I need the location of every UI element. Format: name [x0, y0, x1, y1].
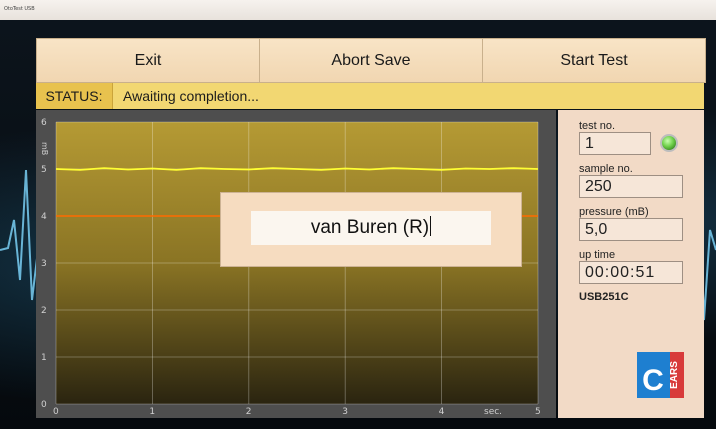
- x-tick-label: 4: [439, 407, 445, 417]
- device-id: USB251C: [579, 291, 629, 303]
- toolbar: Exit Abort Save Start Test: [36, 38, 706, 83]
- logo-text: EARS: [669, 361, 680, 389]
- y-tick-label: 5: [41, 165, 47, 175]
- abort-save-button[interactable]: Abort Save: [260, 39, 483, 82]
- y-tick-label: 0: [41, 400, 47, 410]
- window-titlebar: OtoTest USB: [0, 0, 716, 21]
- name-entry-dialog: van Buren (R): [220, 192, 522, 267]
- patient-name-value: van Buren (R): [310, 217, 430, 238]
- up-time-label: up time: [579, 249, 616, 261]
- info-panel: test no. 1 sample no. 250 pressure (mB) …: [558, 110, 704, 418]
- x-axis-unit-label: sec.: [484, 407, 502, 417]
- patient-name-input[interactable]: van Buren (R): [251, 211, 491, 245]
- up-time-field: 00:00:51: [579, 261, 683, 284]
- pressure-label: pressure (mB): [579, 206, 649, 218]
- y-tick-label: 3: [41, 259, 47, 269]
- pressure-field: 5,0: [579, 218, 683, 241]
- y-tick-label: 4: [41, 212, 47, 222]
- y-tick-label: 2: [41, 306, 47, 316]
- logo-letter: C: [642, 364, 664, 397]
- text-cursor: [430, 216, 432, 236]
- y-tick-label: 1: [41, 353, 47, 363]
- decorative-wave-left: [0, 169, 39, 301]
- cears-logo-icon: C EARS: [637, 352, 684, 398]
- exit-button[interactable]: Exit: [37, 39, 260, 82]
- start-test-button[interactable]: Start Test: [483, 39, 705, 82]
- sample-no-field: 250: [579, 175, 683, 198]
- window-title: OtoTest USB: [4, 6, 35, 12]
- x-tick-label: 2: [246, 407, 252, 417]
- y-axis-unit-label: mB: [40, 142, 49, 155]
- x-tick-label: 5: [535, 407, 541, 417]
- sample-no-label: sample no.: [579, 163, 633, 175]
- x-tick-label: 1: [149, 407, 155, 417]
- test-no-label: test no.: [579, 120, 616, 132]
- x-axis-ticks: 0 1 2 3 4 5: [53, 407, 541, 417]
- status-bar: STATUS: Awaiting completion...: [36, 83, 704, 109]
- test-no-field: 1: [579, 132, 651, 155]
- y-axis-ticks: 0 1 2 3 4 5 6: [41, 118, 47, 410]
- x-tick-label: 0: [53, 407, 59, 417]
- x-tick-label: 3: [342, 407, 348, 417]
- y-tick-label: 6: [41, 118, 47, 128]
- status-text: Awaiting completion...: [123, 88, 259, 104]
- status-led-icon: [660, 134, 678, 152]
- status-label: STATUS:: [36, 83, 113, 109]
